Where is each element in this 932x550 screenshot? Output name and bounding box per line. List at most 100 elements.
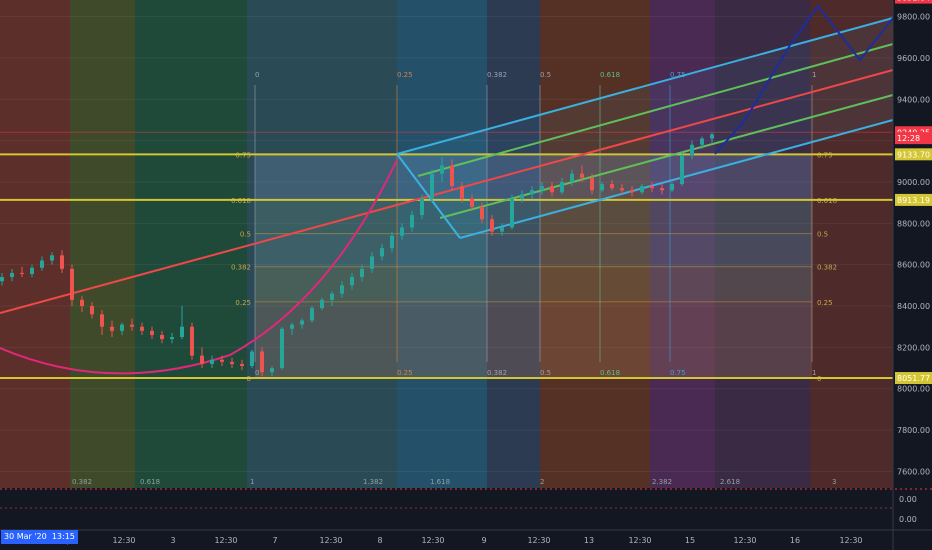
candle-body: [440, 165, 444, 174]
candle-body: [470, 198, 474, 207]
candle-body: [20, 272, 24, 274]
candle-body: [350, 277, 354, 286]
fib-bottom-label: 0.25: [397, 369, 413, 377]
candle-body: [460, 186, 464, 199]
time-axis-tick: 9: [481, 536, 486, 545]
candle-body: [380, 248, 384, 257]
price-axis-tick: 8400.00: [897, 302, 930, 311]
time-axis-tick: 7: [272, 536, 277, 545]
fib-left-label: 0.5: [240, 231, 251, 239]
candle-body: [550, 186, 554, 193]
candle-body: [600, 184, 604, 191]
candle-body: [430, 173, 434, 199]
time-axis-tick: 15: [685, 536, 695, 545]
candle-body: [100, 314, 104, 327]
time-axis-tick: 12:30: [839, 536, 862, 545]
chart-screen: 0 0.25 0.382 0.5 0.618 0.75 1 0 0.25 0.382 0.5 0.61…: [0, 0, 932, 550]
time-axis-tick: 12:30: [319, 536, 342, 545]
candle-body: [660, 188, 664, 191]
fib-top-label: 0.618: [600, 71, 620, 79]
candle-body: [580, 173, 584, 178]
fib-timezone-label: 0.618: [140, 478, 160, 486]
candle-body: [420, 198, 424, 216]
price-axis-tick: 8800.00: [897, 219, 930, 228]
candle-body: [570, 173, 574, 182]
candle-body: [370, 256, 374, 269]
candle-body: [690, 144, 694, 156]
candle-body: [60, 255, 64, 269]
candle-body: [510, 198, 514, 228]
fib-right-label: 0.382: [817, 264, 837, 272]
candle-body: [210, 359, 214, 364]
candle-body: [710, 134, 714, 139]
candle-body: [160, 334, 164, 340]
fib-timezone-label: 1: [250, 478, 254, 486]
price-axis-tick: 8000.00: [897, 385, 930, 394]
candle-body: [630, 190, 634, 193]
price-badge-label: 8051.77: [897, 374, 930, 383]
fib-time-zone-band: [135, 0, 247, 488]
price-axis-tick: 9000.00: [897, 178, 930, 187]
indicator-axis-tick: 0.00: [899, 515, 917, 524]
fib-time-zone-band: [0, 0, 70, 488]
candle-body: [400, 227, 404, 236]
fib-right-label: 0.5: [817, 231, 828, 239]
candle-body: [130, 324, 134, 327]
time-axis-tick: 12:30: [527, 536, 550, 545]
candle-body: [110, 326, 114, 331]
fib-timezone-label: 2.618: [720, 478, 740, 486]
candle-body: [300, 320, 304, 325]
fib-retracement-zone: [255, 301, 812, 379]
candle-body: [10, 272, 14, 278]
fib-bottom-label: 0.75: [670, 369, 686, 377]
price-axis-tick: 9400.00: [897, 95, 930, 104]
price-axis-tick: 9600.00: [897, 54, 930, 63]
candle-body: [680, 155, 684, 185]
time-axis-tick: 12:30: [733, 536, 756, 545]
candle-body: [260, 351, 264, 373]
candle-body: [560, 181, 564, 193]
candle-body: [140, 326, 144, 331]
time-axis-tick: 12:30: [214, 536, 237, 545]
candle-body: [70, 268, 74, 300]
fib-timezone-label: 2: [540, 478, 544, 486]
candle-body: [540, 186, 544, 191]
candle-body: [670, 184, 674, 191]
fib-top-label: 0.382: [487, 71, 507, 79]
candle-body: [390, 235, 394, 249]
candle-body: [240, 363, 244, 366]
candle-body: [520, 194, 524, 199]
candle-body: [620, 188, 624, 191]
fib-timezone-label: 1.382: [363, 478, 383, 486]
candle-body: [610, 184, 614, 189]
candle-body: [340, 285, 344, 294]
fib-retracement-zone: [255, 266, 812, 302]
price-axis-tick: 8600.00: [897, 261, 930, 270]
candle-body: [80, 299, 84, 307]
candle-body: [410, 215, 414, 228]
price-badge-label: 8913.19: [897, 196, 930, 205]
candle-body: [230, 361, 234, 364]
time-axis-tick: 3: [170, 536, 175, 545]
candle-body: [40, 260, 44, 268]
price-chart[interactable]: 0 0.25 0.382 0.5 0.618 0.75 1 0 0.25 0.382 0.5 0.61…: [0, 0, 932, 550]
time-axis-tick: 12:30: [421, 536, 444, 545]
candle-body: [120, 324, 124, 331]
fib-left-label: 0.25: [235, 299, 251, 307]
candle-body: [150, 330, 154, 335]
time-axis-tick: 12:30: [628, 536, 651, 545]
fib-timezone-label: 2.382: [652, 478, 672, 486]
price-badge-label: 9133.70: [897, 150, 930, 159]
time-axis-tick: 13: [584, 536, 594, 545]
candle-body: [290, 324, 294, 329]
candle-body: [480, 206, 484, 220]
candle-body: [170, 337, 174, 340]
time-axis-tick: 16: [790, 536, 800, 545]
candle-body: [650, 186, 654, 189]
fib-retracement-zone: [255, 233, 812, 267]
candle-body: [450, 165, 454, 187]
fib-top-label: 0.5: [540, 71, 551, 79]
candle-body: [0, 277, 4, 282]
candle-body: [360, 268, 364, 278]
candle-body: [220, 359, 224, 362]
